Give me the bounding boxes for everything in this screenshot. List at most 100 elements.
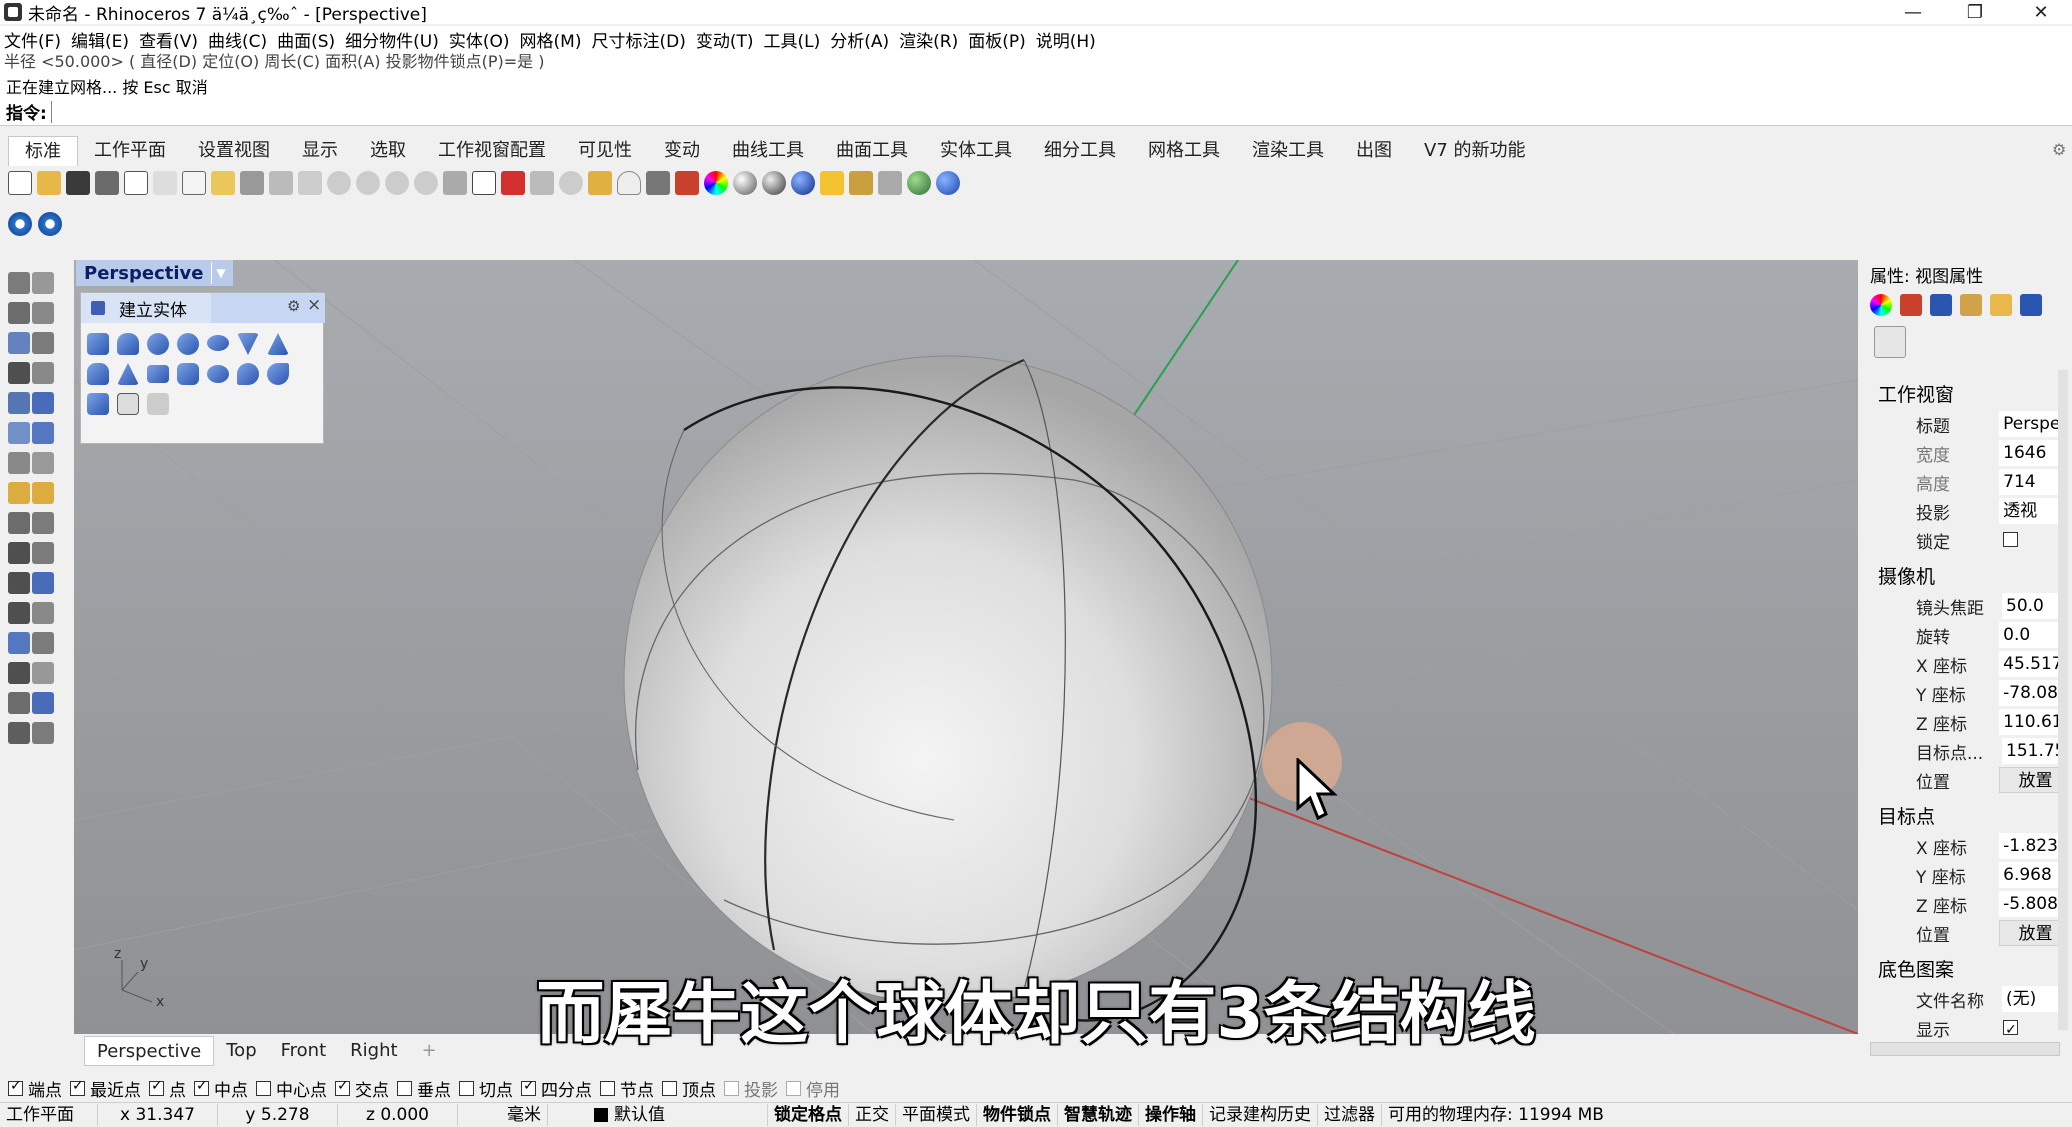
select-filter-icon[interactable]: [530, 171, 554, 195]
grid-icon[interactable]: [472, 171, 496, 195]
tab-render-tools[interactable]: 渲染工具: [1236, 136, 1340, 166]
sidebar-tool-icon[interactable]: [8, 692, 30, 714]
copy-icon[interactable]: [182, 171, 206, 195]
osnap-option[interactable]: 中点: [194, 1076, 248, 1101]
tab-standard[interactable]: 标准: [8, 136, 78, 166]
shaded-sphere-icon[interactable]: [733, 171, 757, 195]
pipe-variable-icon[interactable]: [267, 363, 289, 385]
tab-subd-tools[interactable]: 细分工具: [1028, 136, 1132, 166]
osnap-option[interactable]: 垂点: [397, 1076, 451, 1101]
sidebar-tool-icon[interactable]: [32, 722, 54, 744]
properties-v-scrollbar[interactable]: [2058, 370, 2068, 1030]
lock-icon[interactable]: [646, 171, 670, 195]
pipe-icon[interactable]: [237, 363, 259, 385]
osnap-checkbox[interactable]: [521, 1078, 536, 1096]
color-wheel-icon[interactable]: [704, 171, 728, 195]
torus-icon[interactable]: [207, 365, 229, 383]
gumball-toggle[interactable]: 操作轴: [1139, 1104, 1203, 1126]
text-solid-icon[interactable]: [117, 393, 139, 415]
viewport-title[interactable]: Perspective: [84, 263, 203, 284]
menu-render[interactable]: 渲染(R): [897, 27, 966, 52]
sidebar-tool-icon[interactable]: [8, 302, 30, 324]
cut-icon[interactable]: [153, 171, 177, 195]
truncated-cone-icon[interactable]: [87, 363, 109, 385]
sidebar-tool-icon[interactable]: [8, 392, 30, 414]
smarttrack-toggle[interactable]: 智慧轨迹: [1058, 1104, 1139, 1126]
tab-cplanes[interactable]: 工作平面: [78, 136, 182, 166]
sidebar-tool-icon[interactable]: [8, 272, 30, 294]
osnap-checkbox[interactable]: [70, 1078, 85, 1096]
tab-viewport-layout[interactable]: 工作视窗配置: [422, 136, 562, 166]
sidebar-tool-icon[interactable]: [8, 482, 30, 504]
rendered-sphere-icon[interactable]: [762, 171, 786, 195]
new-icon[interactable]: [8, 171, 32, 195]
filter-toggle[interactable]: 过滤器: [1318, 1104, 1382, 1126]
layers-panel-icon[interactable]: [1900, 294, 1922, 316]
osnap-checkbox[interactable]: [194, 1078, 209, 1096]
named-views-icon[interactable]: [2020, 294, 2042, 316]
pan-hand-icon[interactable]: [269, 171, 293, 195]
solid-edit-icon[interactable]: [147, 393, 169, 415]
extrude-icon[interactable]: [87, 393, 109, 415]
perspective-viewport[interactable]: z y x: [74, 260, 1858, 1034]
tab-surface-tools[interactable]: 曲面工具: [820, 136, 924, 166]
sync-view-icon[interactable]: [8, 212, 32, 236]
save-icon[interactable]: [66, 171, 90, 195]
display-panel-icon[interactable]: [1930, 294, 1952, 316]
sphere-icon[interactable]: [147, 333, 169, 355]
units-status[interactable]: 毫米: [458, 1104, 548, 1126]
move-view-icon[interactable]: [298, 171, 322, 195]
view-properties-icon[interactable]: [1914, 326, 1946, 358]
osnap-option[interactable]: 交点: [335, 1076, 389, 1101]
undo-icon[interactable]: [240, 171, 264, 195]
sidebar-tool-icon[interactable]: [8, 722, 30, 744]
sidebar-tool-icon[interactable]: [32, 422, 54, 444]
osnap-checkbox[interactable]: [397, 1080, 412, 1096]
sidebar-tool-icon[interactable]: [32, 662, 54, 684]
osnap-checkbox[interactable]: [786, 1080, 801, 1096]
sidebar-tool-icon[interactable]: [32, 512, 54, 534]
sidebar-tool-icon[interactable]: [32, 692, 54, 714]
sidebar-tool-icon[interactable]: [32, 482, 54, 504]
frame-icon[interactable]: [1954, 326, 1986, 358]
osnap-option[interactable]: 顶点: [662, 1076, 716, 1101]
layer-status[interactable]: 默认值: [548, 1104, 768, 1126]
paste-icon[interactable]: [211, 171, 235, 195]
sidebar-tool-icon[interactable]: [8, 422, 30, 444]
sidebar-tool-icon[interactable]: [8, 362, 30, 384]
tab-curve-tools[interactable]: 曲线工具: [716, 136, 820, 166]
cone-down-icon[interactable]: [237, 333, 259, 355]
cone-icon[interactable]: [267, 333, 289, 355]
sidebar-tool-icon[interactable]: [32, 272, 54, 294]
cplane-status[interactable]: 工作平面: [0, 1104, 98, 1126]
viewport-menu-arrow-icon[interactable]: ▼: [211, 262, 229, 284]
tab-display[interactable]: 显示: [286, 136, 354, 166]
panel-settings-icon[interactable]: ⚙: [287, 297, 300, 315]
zoom-selected-icon[interactable]: [414, 171, 438, 195]
osnap-option[interactable]: 节点: [600, 1076, 654, 1101]
ortho-toggle[interactable]: 正交: [849, 1104, 896, 1126]
menu-analyze[interactable]: 分析(A): [828, 27, 897, 52]
sidebar-tool-icon[interactable]: [32, 452, 54, 474]
sidebar-tool-icon[interactable]: [8, 572, 30, 594]
rotate-view-icon[interactable]: [443, 171, 467, 195]
layer-icon[interactable]: [675, 171, 699, 195]
paraboloid-icon[interactable]: [207, 335, 229, 351]
export-icon[interactable]: [124, 171, 148, 195]
tab-options-gear-icon[interactable]: ⚙: [2052, 140, 2066, 159]
sidebar-tool-icon[interactable]: [8, 542, 30, 564]
osnap-checkbox[interactable]: [335, 1078, 350, 1096]
camera-icon[interactable]: [1874, 326, 1906, 358]
box-icon[interactable]: [87, 333, 109, 355]
osnap-checkbox[interactable]: [149, 1078, 164, 1096]
sidebar-tool-icon[interactable]: [8, 452, 30, 474]
help-icon[interactable]: [936, 171, 960, 195]
zoom-icon[interactable]: [327, 171, 351, 195]
restore-button[interactable]: ❐: [1944, 0, 2006, 24]
osnap-option[interactable]: 切点: [459, 1076, 513, 1101]
panel-close-icon[interactable]: ×: [307, 295, 321, 315]
sidebar-tool-icon[interactable]: [32, 572, 54, 594]
sidebar-tool-icon[interactable]: [32, 392, 54, 414]
material-icon[interactable]: [1870, 294, 1892, 316]
menu-transform[interactable]: 变动(T): [694, 27, 762, 52]
